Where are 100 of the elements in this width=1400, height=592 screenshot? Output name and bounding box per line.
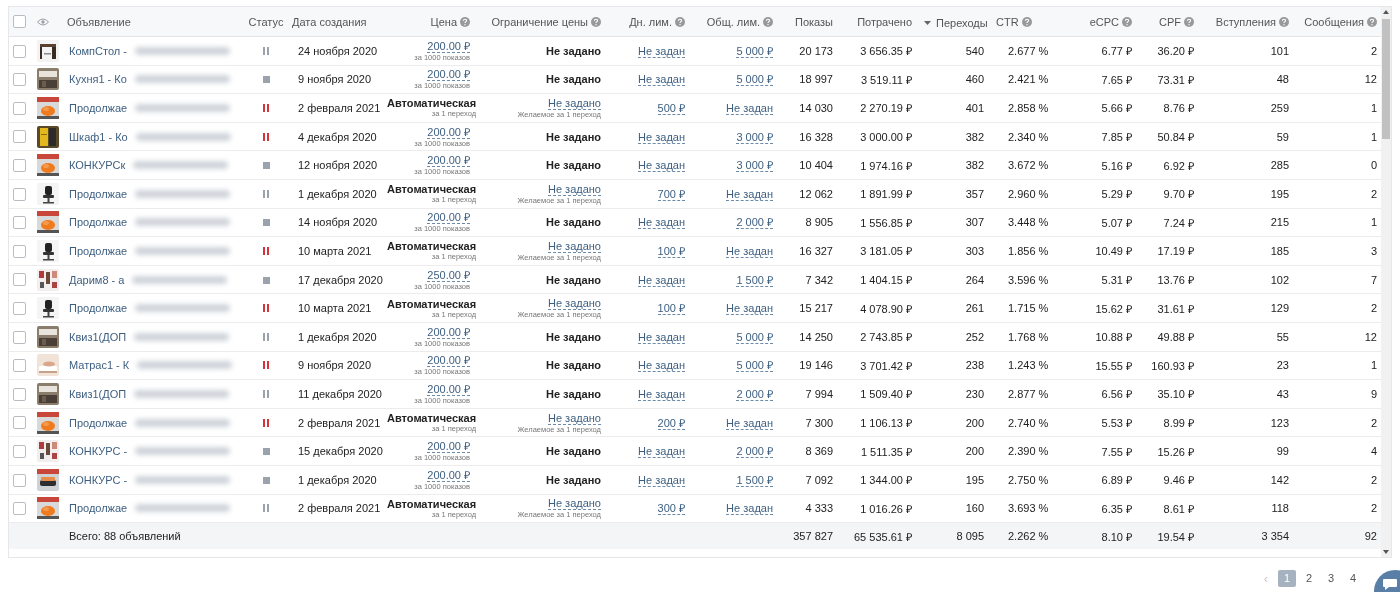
column-header[interactable]: Объявление	[61, 7, 246, 37]
row-checkbox[interactable]	[13, 502, 26, 516]
total-limit-link[interactable]: Не задан	[726, 244, 773, 258]
ad-name-link[interactable]: Продолжае	[69, 187, 128, 200]
price-link[interactable]: 200.00 ₽	[427, 326, 470, 339]
help-icon[interactable]	[1122, 16, 1132, 27]
total-limit-link[interactable]: Не задан	[726, 302, 773, 316]
daily-limit-link[interactable]: 100 ₽	[657, 302, 685, 316]
daily-limit-link[interactable]: 500 ₽	[657, 102, 685, 115]
price-link[interactable]: 200.00 ₽	[427, 355, 470, 368]
price-link[interactable]: 200.00 ₽	[427, 441, 470, 454]
row-checkbox[interactable]	[13, 44, 26, 58]
column-header[interactable]: Дн. лим.	[607, 7, 691, 37]
daily-limit-link[interactable]: Не задан	[638, 73, 685, 87]
row-checkbox[interactable]	[13, 73, 26, 87]
ad-name-link[interactable]: КОНКУРС -	[69, 473, 128, 486]
help-icon[interactable]	[1021, 16, 1032, 27]
row-checkbox[interactable]	[13, 330, 26, 344]
daily-limit-link[interactable]: Не задан	[638, 359, 685, 373]
total-limit-link[interactable]: 3 000 ₽	[736, 130, 773, 144]
price-link[interactable]: 200.00 ₽	[427, 126, 470, 139]
row-checkbox[interactable]	[13, 130, 26, 144]
row-checkbox[interactable]	[13, 301, 26, 315]
page-button[interactable]: 2	[1300, 570, 1318, 587]
price-link[interactable]: 250.00 ₽	[427, 269, 470, 282]
column-header[interactable]: Дата создания	[286, 7, 381, 37]
daily-limit-link[interactable]: 300 ₽	[657, 502, 685, 516]
pause-icon[interactable]	[263, 104, 269, 112]
price-limit-link[interactable]: Не задано	[548, 240, 601, 253]
daily-limit-link[interactable]: 100 ₽	[657, 244, 685, 258]
total-limit-link[interactable]: 2 000 ₽	[736, 216, 773, 230]
total-limit-link[interactable]: Не задан	[726, 187, 773, 201]
total-limit-link[interactable]: 5 000 ₽	[736, 359, 773, 373]
price-link[interactable]: 200.00 ₽	[427, 155, 470, 168]
daily-limit-link[interactable]: Не задан	[638, 273, 685, 287]
price-limit-link[interactable]: Не задано	[548, 498, 601, 511]
column-header[interactable]: Переходы	[918, 7, 990, 37]
pause-icon[interactable]	[263, 246, 269, 255]
daily-limit-link[interactable]: Не задан	[638, 473, 685, 487]
total-limit-link[interactable]: 5 000 ₽	[736, 73, 773, 87]
price-link[interactable]: 200.00 ₽	[427, 469, 470, 482]
daily-limit-link[interactable]: Не задан	[638, 445, 685, 459]
total-limit-link[interactable]: 2 000 ₽	[736, 387, 773, 401]
price-link[interactable]: 200.00 ₽	[427, 383, 470, 396]
column-header[interactable]: Сообщения	[1295, 7, 1383, 37]
row-checkbox[interactable]	[13, 244, 26, 258]
stop-icon[interactable]	[262, 76, 270, 84]
row-checkbox[interactable]	[13, 416, 26, 430]
ad-name-link[interactable]: Продолжае	[69, 416, 128, 429]
ad-name-link[interactable]: Квиз1(ДОП	[69, 330, 127, 343]
help-icon[interactable]	[1184, 16, 1194, 27]
price-limit-link[interactable]: Не задано	[548, 183, 601, 196]
ad-name-link[interactable]: Шкаф1 - Ко	[69, 130, 128, 143]
scroll-up-icon[interactable]	[1383, 10, 1389, 14]
total-limit-link[interactable]: 1 500 ₽	[736, 473, 773, 487]
daily-limit-link[interactable]: Не задан	[638, 130, 685, 144]
row-checkbox[interactable]	[13, 273, 26, 287]
ad-name-link[interactable]: КОНКУРСк	[69, 159, 126, 172]
total-limit-link[interactable]: 5 000 ₽	[736, 330, 773, 344]
row-checkbox[interactable]	[13, 158, 26, 172]
pause-icon[interactable]	[263, 46, 269, 55]
ad-name-link[interactable]: Кухня1 - Ко	[69, 73, 127, 86]
total-limit-link[interactable]: 3 000 ₽	[736, 159, 773, 173]
help-icon[interactable]	[763, 16, 773, 27]
help-icon[interactable]	[1367, 16, 1377, 27]
ad-name-link[interactable]: Дарим8 - а	[69, 273, 125, 286]
pause-icon[interactable]	[263, 304, 269, 313]
stop-icon[interactable]	[262, 476, 270, 484]
daily-limit-link[interactable]: Не задан	[638, 159, 685, 173]
price-link[interactable]: 200.00 ₽	[427, 69, 470, 82]
help-icon[interactable]	[675, 16, 685, 27]
total-limit-link[interactable]: 2 000 ₽	[736, 445, 773, 459]
stop-icon[interactable]	[262, 276, 270, 284]
column-header[interactable]: eCPC	[1061, 7, 1138, 37]
row-checkbox[interactable]	[13, 387, 26, 401]
price-link[interactable]: 200.00 ₽	[427, 40, 470, 53]
stop-icon[interactable]	[262, 219, 270, 227]
daily-limit-link[interactable]: Не задан	[638, 387, 685, 401]
price-limit-link[interactable]: Не задано	[548, 98, 601, 110]
column-header[interactable]: CPF	[1138, 7, 1200, 37]
pause-icon[interactable]	[263, 418, 269, 427]
column-header[interactable]: Цена	[381, 7, 476, 37]
daily-limit-link[interactable]: 700 ₽	[657, 187, 685, 201]
pause-icon[interactable]	[263, 332, 269, 341]
total-limit-link[interactable]: Не задан	[726, 416, 773, 430]
page-button[interactable]: 4	[1344, 570, 1362, 587]
column-header[interactable]: Ограничение цены	[476, 7, 607, 37]
pause-icon[interactable]	[263, 504, 269, 513]
row-checkbox[interactable]	[13, 473, 26, 487]
sort-descending-icon[interactable]	[924, 20, 931, 25]
scrollbar[interactable]	[1381, 7, 1391, 557]
ad-name-link[interactable]: Продолжае	[69, 502, 128, 515]
page-button[interactable]: 3	[1322, 570, 1340, 587]
daily-limit-link[interactable]: Не задан	[638, 330, 685, 344]
ad-name-link[interactable]: Продолжае	[69, 302, 128, 315]
ad-name-link[interactable]: Продолжае	[69, 102, 128, 114]
help-icon[interactable]	[591, 16, 601, 27]
pause-icon[interactable]	[263, 389, 269, 398]
select-all-checkbox[interactable]	[13, 15, 26, 29]
scroll-down-icon[interactable]	[1383, 550, 1389, 554]
